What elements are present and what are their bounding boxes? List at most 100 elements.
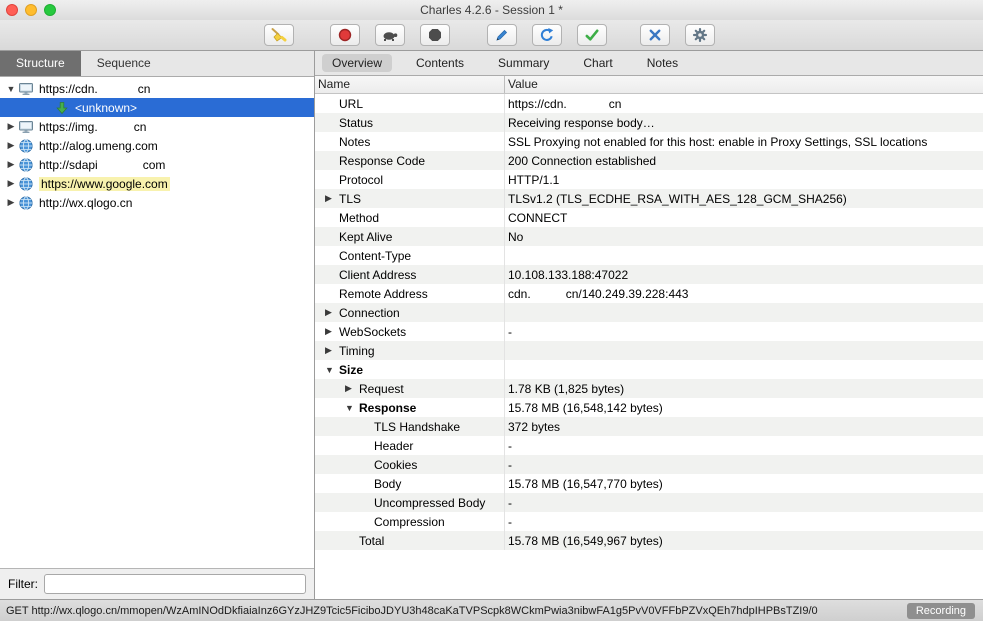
tree-item[interactable]: ▶ https://img. cn — [0, 117, 314, 136]
table-row[interactable]: ▶ Request 1.78 KB (1,825 bytes) — [315, 379, 983, 398]
traffic-lights — [6, 4, 56, 16]
tools-button[interactable] — [640, 24, 670, 46]
table-row[interactable]: ▶ Connection — [315, 303, 983, 322]
table-row[interactable]: Client Address 10.108.133.188:47022 — [315, 265, 983, 284]
expand-icon[interactable]: ▶ — [4, 140, 18, 151]
column-header-value[interactable]: Value — [505, 76, 983, 93]
breakpoints-button[interactable] — [420, 24, 450, 46]
row-value: https://cdn. cn — [505, 97, 983, 111]
row-name: Method — [315, 208, 505, 227]
table-row[interactable]: Total 15.78 MB (16,549,967 bytes) — [315, 531, 983, 550]
tools-icon — [647, 27, 663, 43]
tree-item[interactable]: ▶ http://wx.qlogo.cn — [0, 193, 314, 212]
globe-icon — [18, 195, 34, 211]
table-row[interactable]: Remote Address cdn. cn/140.249.39.228:443 — [315, 284, 983, 303]
expand-icon[interactable]: ▶ — [4, 121, 18, 132]
table-header: Name Value — [315, 76, 983, 94]
row-value: 15.78 MB (16,547,770 bytes) — [505, 477, 983, 491]
expand-icon[interactable]: ▶ — [325, 345, 339, 356]
expand-icon[interactable]: ▶ — [345, 383, 359, 394]
text: - — [508, 495, 512, 510]
tab-sequence[interactable]: Sequence — [81, 51, 167, 76]
tree-item[interactable]: ▶ http://sdapi com — [0, 155, 314, 174]
row-name-text: Method — [339, 210, 380, 225]
table-row[interactable]: ▶ WebSockets - — [315, 322, 983, 341]
globe-icon — [18, 157, 34, 173]
collapse-icon[interactable]: ▼ — [4, 84, 18, 94]
zoom-button[interactable] — [44, 4, 56, 16]
text: cn — [137, 81, 151, 96]
turtle-icon — [381, 27, 399, 43]
tree-item[interactable]: ▶ https://www.google.com — [0, 174, 314, 193]
table-row[interactable]: Notes SSL Proxying not enabled for this h… — [315, 132, 983, 151]
row-value: 15.78 MB (16,549,967 bytes) — [505, 534, 983, 548]
row-name-text: Protocol — [339, 172, 384, 187]
text: 1.78 KB (1,825 bytes) — [508, 381, 625, 396]
repeat-button[interactable] — [532, 24, 562, 46]
clear-session-button[interactable] — [264, 24, 294, 46]
close-button[interactable] — [6, 4, 18, 16]
row-value: - — [505, 458, 983, 472]
expand-icon[interactable]: ▶ — [325, 326, 339, 337]
content-area: Structure Sequence ▼ https://cdn. cn <unknow… — [0, 51, 983, 599]
table-row[interactable]: Header - — [315, 436, 983, 455]
tab-notes[interactable]: Notes — [637, 54, 688, 72]
filter-input[interactable] — [44, 574, 306, 594]
table-row[interactable]: Status Receiving response body… — [315, 113, 983, 132]
table-row[interactable]: Cookies - — [315, 455, 983, 474]
table-row[interactable]: Uncompressed Body - — [315, 493, 983, 512]
text: 15.78 MB (16,547,770 bytes) — [508, 476, 663, 491]
text: 372 bytes — [508, 419, 561, 434]
tab-contents[interactable]: Contents — [406, 54, 474, 72]
row-value: TLSv1.2 (TLS_ECDHE_RSA_WITH_AES_128_GCM_… — [505, 192, 983, 206]
expand-icon[interactable]: ▶ — [4, 159, 18, 170]
redacted-text — [97, 82, 138, 95]
table-row[interactable]: ▼ Size — [315, 360, 983, 379]
column-header-name[interactable]: Name — [315, 76, 505, 93]
row-value: CONNECT — [505, 211, 983, 225]
expand-icon[interactable]: ▶ — [4, 197, 18, 208]
expand-icon[interactable]: ▶ — [4, 178, 18, 189]
collapse-icon[interactable]: ▼ — [325, 365, 339, 375]
throttle-button[interactable] — [375, 24, 405, 46]
table-row[interactable]: Body 15.78 MB (16,547,770 bytes) — [315, 474, 983, 493]
text: HTTP/1.1 — [508, 172, 560, 187]
text: - — [508, 324, 512, 339]
table-row[interactable]: ▶ TLS TLSv1.2 (TLS_ECDHE_RSA_WITH_AES_128_… — [315, 189, 983, 208]
tree-item[interactable]: ▶ http://alog.umeng.com — [0, 136, 314, 155]
table-row[interactable]: ▶ Timing — [315, 341, 983, 360]
table-row[interactable]: Kept Alive No — [315, 227, 983, 246]
collapse-icon[interactable]: ▼ — [345, 403, 359, 413]
repeat-icon — [539, 27, 555, 43]
tree-item-label: https://www.google.com — [39, 176, 170, 191]
row-name: Content-Type — [315, 246, 505, 265]
row-name-text: Size — [339, 362, 364, 377]
compose-button[interactable] — [487, 24, 517, 46]
table-row[interactable]: TLS Handshake 372 bytes — [315, 417, 983, 436]
tab-chart[interactable]: Chart — [573, 54, 622, 72]
tab-summary[interactable]: Summary — [488, 54, 559, 72]
table-row[interactable]: Method CONNECT — [315, 208, 983, 227]
row-name: Remote Address — [315, 284, 505, 303]
filter-label: Filter: — [8, 577, 38, 591]
table-row[interactable]: Content-Type — [315, 246, 983, 265]
table-row[interactable]: Compression - — [315, 512, 983, 531]
tab-overview[interactable]: Overview — [322, 54, 393, 72]
expand-icon[interactable]: ▶ — [325, 307, 339, 318]
table-row[interactable]: ▼ Response 15.78 MB (16,548,142 bytes) — [315, 398, 983, 417]
record-button[interactable] — [330, 24, 360, 46]
validate-button[interactable] — [577, 24, 607, 46]
table-row[interactable]: Response Code 200 Connection established — [315, 151, 983, 170]
table-row[interactable]: Protocol HTTP/1.1 — [315, 170, 983, 189]
expand-icon[interactable]: ▶ — [325, 193, 339, 204]
text: https://cdn. — [39, 81, 98, 96]
breakpoint-icon — [427, 27, 443, 43]
minimize-button[interactable] — [25, 4, 37, 16]
settings-button[interactable] — [685, 24, 715, 46]
tree-item[interactable]: <unknown> — [0, 98, 314, 117]
text: http://alog.umeng.com — [39, 138, 158, 153]
record-icon — [337, 27, 353, 43]
tree-item[interactable]: ▼ https://cdn. cn — [0, 79, 314, 98]
table-row[interactable]: URL https://cdn. cn — [315, 94, 983, 113]
tab-structure[interactable]: Structure — [0, 51, 81, 76]
